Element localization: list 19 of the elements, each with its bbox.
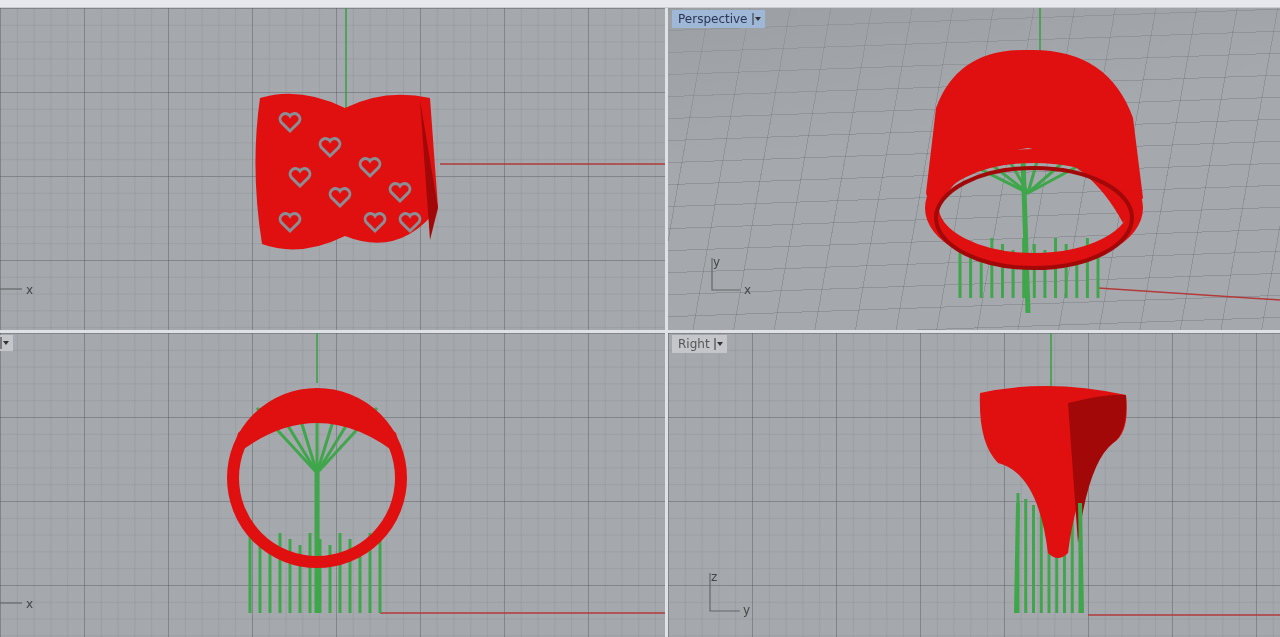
- caret-icon: [751, 13, 761, 25]
- axis-gizmo-icon: [709, 572, 741, 612]
- viewport[interactable]: x: [0, 8, 665, 330]
- viewport[interactable]: Right z y: [668, 333, 1280, 637]
- viewport[interactable]: Perspective y x: [668, 8, 1280, 330]
- axis-label: y: [713, 256, 721, 268]
- axis-gizmo-icon: [711, 257, 741, 291]
- caret-icon: [713, 338, 723, 350]
- viewport[interactable]: x: [0, 333, 665, 637]
- viewport-tab[interactable]: Perspective: [672, 10, 765, 28]
- viewport-tab[interactable]: Right: [672, 335, 727, 353]
- caret-icon: [0, 337, 9, 349]
- axis-gizmo-icon: [0, 288, 23, 290]
- axis-label: x: [26, 284, 34, 296]
- axis-label: x: [26, 598, 34, 610]
- axis-gizmo-icon: [0, 602, 23, 604]
- axis-label: x: [744, 284, 752, 296]
- axis-label: y: [743, 604, 751, 616]
- axis-label: z: [711, 571, 718, 583]
